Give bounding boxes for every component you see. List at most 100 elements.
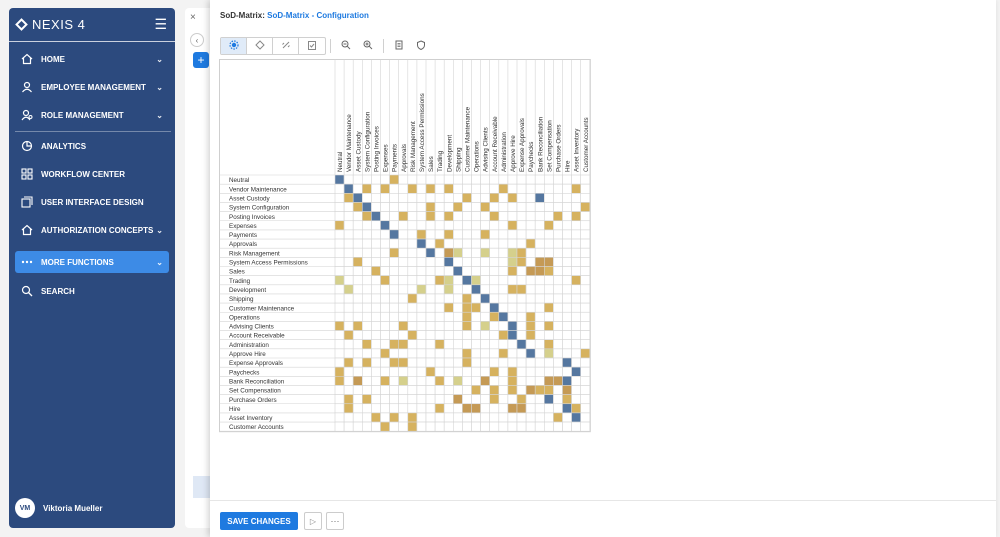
matrix-cell[interactable]: [389, 375, 400, 386]
matrix-cell[interactable]: [498, 302, 509, 313]
matrix-cell[interactable]: [416, 220, 427, 231]
matrix-cell[interactable]: [453, 174, 463, 185]
matrix-cell[interactable]: [380, 339, 390, 350]
matrix-cell[interactable]: [507, 348, 518, 359]
matrix-cell[interactable]: [352, 385, 363, 395]
matrix-cell[interactable]: [371, 275, 381, 286]
matrix-cell[interactable]: [371, 284, 381, 295]
matrix-cell[interactable]: [480, 357, 491, 368]
shield-button[interactable]: [410, 38, 432, 54]
matrix-cell[interactable]: [416, 366, 427, 377]
matrix-cell[interactable]: [525, 211, 536, 222]
matrix-cell[interactable]: [553, 302, 563, 313]
matrix-cell[interactable]: [434, 220, 445, 231]
matrix-cell-diagonal[interactable]: [389, 229, 400, 240]
matrix-cell-conflict[interactable]: [434, 238, 445, 249]
matrix-cell-conflict[interactable]: [571, 183, 582, 194]
matrix-cell[interactable]: [380, 311, 390, 322]
matrix-cell[interactable]: [507, 238, 518, 249]
matrix-cell-conflict[interactable]: [543, 375, 554, 386]
matrix-cell[interactable]: [389, 220, 400, 231]
matrix-cell[interactable]: [334, 284, 345, 295]
nav-workflow-center[interactable]: WORKFLOW CENTER: [15, 163, 169, 185]
matrix-cell[interactable]: [553, 421, 563, 432]
matrix-cell[interactable]: [398, 238, 409, 249]
matrix-cell[interactable]: [534, 375, 545, 386]
matrix-cell[interactable]: [371, 311, 381, 322]
matrix-cell[interactable]: [498, 247, 509, 258]
matrix-cell-conflict[interactable]: [434, 403, 445, 414]
matrix-cell[interactable]: [389, 275, 400, 286]
matrix-cell[interactable]: [343, 247, 354, 258]
matrix-cell[interactable]: [580, 366, 591, 377]
matrix-cell[interactable]: [425, 311, 436, 322]
matrix-cell-conflict[interactable]: [525, 330, 536, 340]
matrix-cell[interactable]: [343, 302, 354, 313]
matrix-cell[interactable]: [534, 238, 545, 249]
matrix-cell[interactable]: [571, 193, 582, 203]
matrix-cell-conflict[interactable]: [380, 275, 390, 286]
matrix-cell[interactable]: [407, 394, 418, 405]
matrix-cell[interactable]: [443, 193, 454, 203]
matrix-cell[interactable]: [416, 394, 427, 405]
matrix-cell[interactable]: [543, 238, 554, 249]
matrix-cell[interactable]: [453, 229, 463, 240]
matrix-cell[interactable]: [516, 357, 527, 368]
matrix-cell[interactable]: [434, 311, 445, 322]
matrix-cell-conflict[interactable]: [362, 339, 372, 350]
matrix-cell-conflict[interactable]: [334, 220, 345, 231]
matrix-cell[interactable]: [553, 284, 563, 295]
matrix-cell[interactable]: [498, 293, 509, 304]
matrix-cell[interactable]: [425, 375, 436, 386]
matrix-cell[interactable]: [571, 202, 582, 212]
matrix-cell[interactable]: [371, 348, 381, 359]
matrix-cell[interactable]: [462, 220, 472, 231]
matrix-cell[interactable]: [362, 266, 372, 276]
nav-analytics[interactable]: ANALYTICS: [15, 135, 169, 157]
matrix-cell[interactable]: [453, 412, 463, 423]
matrix-cell-conflict[interactable]: [489, 366, 500, 377]
matrix-cell[interactable]: [580, 339, 591, 350]
matrix-cell[interactable]: [525, 202, 536, 212]
matrix-cell[interactable]: [343, 202, 354, 212]
matrix-cell[interactable]: [371, 202, 381, 212]
matrix-cell[interactable]: [534, 321, 545, 331]
matrix-cell[interactable]: [507, 275, 518, 286]
matrix-cell[interactable]: [534, 293, 545, 304]
matrix-cell[interactable]: [389, 293, 400, 304]
matrix-cell[interactable]: [516, 174, 527, 185]
tag-view-button[interactable]: [247, 38, 273, 54]
matrix-cell[interactable]: [553, 247, 563, 258]
matrix-cell[interactable]: [516, 302, 527, 313]
matrix-cell-conflict[interactable]: [443, 302, 454, 313]
matrix-cell-diagonal[interactable]: [562, 403, 572, 414]
matrix-cell[interactable]: [571, 421, 582, 432]
matrix-cell[interactable]: [525, 220, 536, 231]
matrix-cell-conflict[interactable]: [498, 183, 509, 194]
matrix-cell[interactable]: [407, 357, 418, 368]
matrix-cell-conflict[interactable]: [462, 311, 472, 322]
nav-more-functions[interactable]: MORE FUNCTIONS ⌄: [15, 251, 169, 273]
run-button[interactable]: ▷: [304, 512, 322, 530]
matrix-cell[interactable]: [407, 202, 418, 212]
matrix-cell[interactable]: [571, 238, 582, 249]
matrix-cell-conflict[interactable]: [407, 421, 418, 432]
matrix-cell-diagonal[interactable]: [462, 275, 472, 286]
matrix-cell[interactable]: [534, 183, 545, 194]
matrix-cell[interactable]: [334, 293, 345, 304]
matrix-cell[interactable]: [425, 412, 436, 423]
matrix-cell[interactable]: [480, 183, 491, 194]
matrix-cell[interactable]: [525, 275, 536, 286]
matrix-cell[interactable]: [471, 421, 481, 432]
matrix-cell[interactable]: [562, 284, 572, 295]
matrix-cell[interactable]: [534, 220, 545, 231]
matrix-cell[interactable]: [462, 375, 472, 386]
matrix-cell[interactable]: [462, 211, 472, 222]
matrix-cell[interactable]: [516, 238, 527, 249]
matrix-cell[interactable]: [343, 412, 354, 423]
matrix-cell[interactable]: [362, 220, 372, 231]
matrix-cell[interactable]: [352, 293, 363, 304]
matrix-cell[interactable]: [389, 366, 400, 377]
matrix-cell-conflict[interactable]: [462, 302, 472, 313]
matrix-cell[interactable]: [407, 257, 418, 267]
